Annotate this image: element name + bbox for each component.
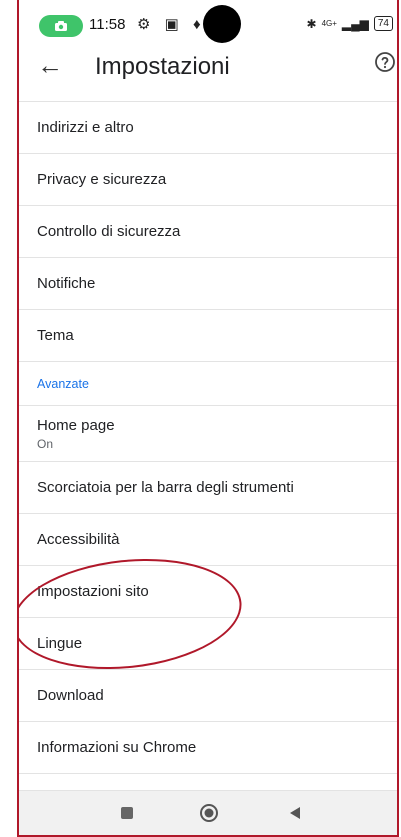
setting-addresses[interactable]: Indirizzi e altro [19, 102, 397, 154]
setting-notifications[interactable]: Notifiche [19, 258, 397, 310]
recents-icon[interactable] [117, 803, 137, 823]
setting-label: Download [37, 687, 104, 704]
setting-label: Home page [37, 416, 115, 434]
help-icon[interactable] [373, 50, 397, 74]
setting-about-chrome[interactable]: Informazioni su Chrome [19, 722, 397, 774]
home-icon[interactable] [199, 803, 219, 823]
settings-list: Indirizzi e altro Privacy e sicurezza Co… [19, 101, 397, 774]
setting-label: Lingue [37, 635, 83, 652]
screen-record-indicator [39, 15, 83, 37]
setting-label: Notifiche [37, 275, 96, 292]
signal-icon: ▂▄▆ [341, 16, 369, 31]
setting-languages[interactable]: Lingue [19, 618, 397, 670]
setting-label: Controllo di sicurezza [37, 223, 181, 240]
setting-label: Tema [37, 327, 74, 344]
status-time: 11:58 [89, 16, 126, 33]
back-arrow-icon[interactable]: ← [37, 50, 63, 80]
setting-theme[interactable]: Tema [19, 310, 397, 362]
setting-label: Indirizzi e altro [37, 119, 134, 136]
back-nav-icon[interactable] [285, 803, 305, 823]
status-bar: 11:58 ⚙ ▣ ♦ ■ ✱ 4G+ ▂▄▆ 74 [19, 0, 397, 43]
setting-label: Privacy e sicurezza [37, 171, 167, 188]
setting-privacy[interactable]: Privacy e sicurezza [19, 154, 397, 206]
network-type: 4G+ [321, 19, 337, 28]
setting-toolbar-shortcut[interactable]: Scorciatoia per la barra degli strumenti [19, 462, 397, 514]
camera-icon [55, 21, 67, 31]
setting-label: Scorciatoia per la barra degli strumenti [37, 479, 294, 496]
front-camera-cutout [203, 5, 241, 43]
setting-label: Informazioni su Chrome [37, 739, 197, 756]
setting-home-page[interactable]: Home page On [19, 406, 397, 462]
system-nav-bar [19, 790, 397, 835]
phone-screen: 11:58 ⚙ ▣ ♦ ■ ✱ 4G+ ▂▄▆ 74 ← Impostazion… [17, 0, 399, 837]
setting-site-settings[interactable]: Impostazioni sito [19, 566, 397, 618]
setting-safety-check[interactable]: Controllo di sicurezza [19, 206, 397, 258]
section-header-advanced: Avanzate [19, 362, 397, 406]
setting-value: On [37, 436, 54, 451]
bluetooth-icon: ✱ [306, 16, 317, 31]
page-title: Impostazioni [95, 53, 230, 80]
setting-downloads[interactable]: Download [19, 670, 397, 722]
battery-level: 74 [373, 16, 393, 31]
setting-label: Accessibilità [37, 531, 120, 548]
setting-label: Impostazioni sito [37, 583, 149, 600]
app-bar: ← Impostazioni [19, 44, 397, 92]
status-right-icons: ✱ 4G+ ▂▄▆ 74 [306, 16, 393, 31]
setting-accessibility[interactable]: Accessibilità [19, 514, 397, 566]
